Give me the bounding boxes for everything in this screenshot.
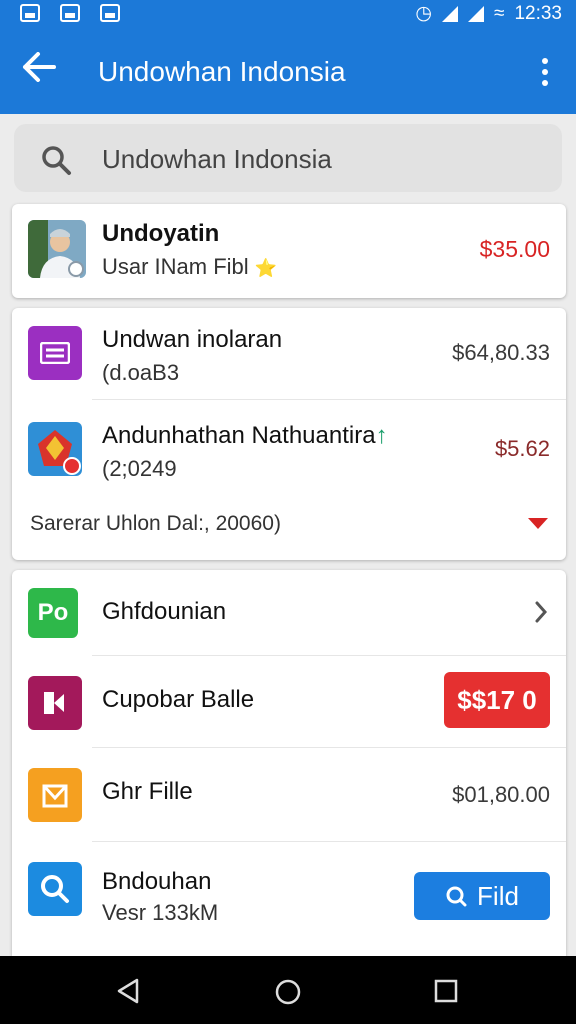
profile-subtitle-text: Usar INam Fibl: [102, 254, 249, 279]
item-amount: $5.62: [494, 436, 550, 461]
list-item[interactable]: Ghr Fille $01,80.00: [12, 748, 566, 842]
nav-back-icon[interactable]: [116, 978, 140, 1009]
profile-name: Undoyatin: [102, 220, 220, 247]
avatar: [28, 220, 86, 278]
document-icon: [28, 326, 82, 380]
profile-amount: $35.00: [479, 236, 550, 262]
wifi-icon: [442, 5, 459, 22]
nav-home-icon[interactable]: [274, 978, 302, 1011]
gallery-notification-icon: [20, 4, 40, 22]
file-icon: [28, 768, 82, 822]
list-item[interactable]: Cupobar Balle $$17 0: [12, 656, 566, 748]
transactions-card: Undwan inolaran (d.oaB3 $64,80.33 Andunh…: [12, 308, 566, 560]
item-subtitle: (d.oaB3: [102, 360, 180, 385]
list-item[interactable]: Po Ghfdounian: [12, 570, 566, 656]
system-nav-bar: [0, 956, 576, 1024]
overflow-menu-icon[interactable]: [542, 58, 548, 86]
actions-card: Po Ghfdounian Cupobar Balle $$17 0 Ghr F…: [12, 570, 566, 956]
clock: 12:33: [514, 2, 562, 24]
chevron-right-icon[interactable]: [534, 600, 548, 629]
profile-card[interactable]: Undoyatin Usar INam Fibl ⭐ $35.00: [12, 204, 566, 298]
list-item[interactable]: Andunhathan Nathuantira↑ (2;0249 $5.62: [12, 400, 566, 498]
find-button-label: Fild: [477, 880, 519, 911]
star-icon: ⭐: [254, 258, 278, 278]
download-notification-icon: [60, 4, 80, 22]
search-bar[interactable]: Undowhan Indonsia: [14, 124, 562, 192]
summary-text: Sarerar Uhlon Dal:, 20060): [30, 512, 281, 535]
app-bar: Undowhan Indonsia: [0, 28, 576, 114]
search-app-icon: [28, 862, 82, 916]
search-input[interactable]: Undowhan Indonsia: [102, 144, 332, 175]
item-title: Bndouhan: [102, 868, 212, 895]
page-title: Undowhan Indonsia: [98, 56, 346, 87]
battery-icon: ≈: [494, 2, 505, 24]
app-po-icon: Po: [28, 588, 78, 638]
price-badge[interactable]: $$17 0: [444, 672, 550, 728]
item-title: Ghr Fille: [102, 778, 193, 805]
item-amount: $64,80.33: [452, 340, 550, 365]
item-subtitle: (2;0249: [102, 456, 177, 481]
trend-up-icon: ↑: [375, 422, 388, 449]
back-arrow-icon[interactable]: [22, 50, 56, 90]
list-item[interactable]: Undwan inolaran (d.oaB3 $64,80.33: [12, 308, 566, 400]
search-icon: [445, 885, 467, 907]
find-button[interactable]: Fild: [414, 872, 550, 920]
expand-icon[interactable]: [528, 518, 548, 529]
item-title: Cupobar Balle: [102, 686, 255, 713]
profile-subtitle: Usar INam Fibl ⭐: [102, 254, 277, 280]
item-amount: $01,80.00: [452, 782, 550, 807]
message-notification-icon: [100, 4, 120, 22]
item-title: Andunhathan Nathuantira↑: [102, 422, 388, 450]
item-title: Ghfdounian: [102, 598, 227, 625]
tag-icon: [28, 676, 82, 730]
signal-icon: [468, 5, 485, 22]
list-item[interactable]: Bndouhan Vesr 133kM Fild: [12, 842, 566, 942]
search-icon: [40, 144, 72, 181]
item-subtitle: Vesr 133kM: [102, 900, 219, 925]
emblem-icon: [28, 422, 82, 476]
nav-recents-icon[interactable]: [434, 978, 458, 1009]
status-bar: ◷ ≈ 12:33: [0, 0, 576, 28]
item-title: Undwan inolaran: [102, 326, 283, 353]
item-title-text: Andunhathan Nathuantira: [102, 422, 376, 449]
alarm-icon: ◷: [415, 3, 433, 24]
